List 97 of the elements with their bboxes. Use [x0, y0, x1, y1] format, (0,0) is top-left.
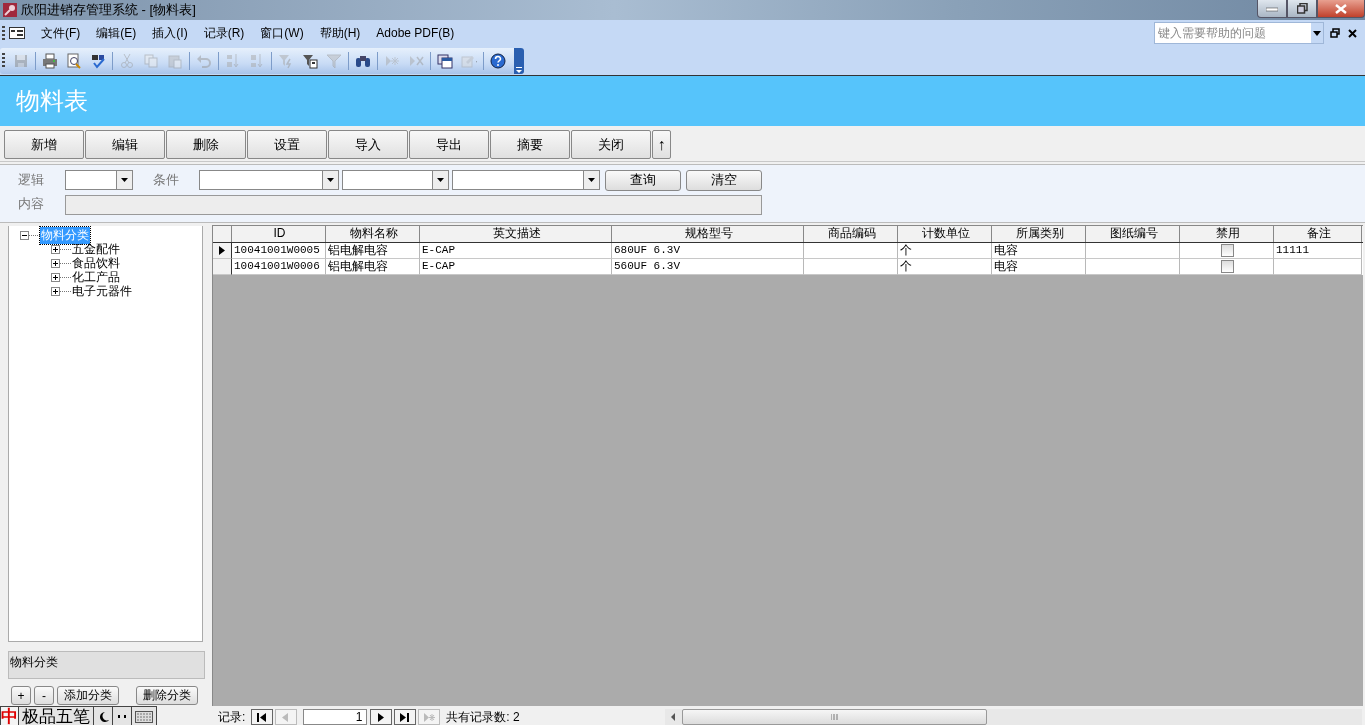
- scroll-left-icon[interactable]: [669, 713, 677, 721]
- first-record-icon: [256, 711, 269, 723]
- record-count: 共有记录数: 2: [446, 708, 520, 725]
- column-header[interactable]: 商品编码: [804, 226, 898, 242]
- column-header[interactable]: 备注: [1274, 226, 1362, 242]
- zoom-button[interactable]: -: [34, 686, 54, 705]
- toolbar-button[interactable]: 摘要: [490, 130, 570, 159]
- toolbar-options-icon[interactable]: [515, 66, 523, 74]
- printer-icon[interactable]: [42, 53, 58, 69]
- dropdown-field[interactable]: [65, 170, 133, 190]
- dropdown-arrow-icon: [121, 178, 128, 182]
- close-icon[interactable]: [1348, 28, 1357, 38]
- last-record-icon: [399, 711, 412, 723]
- ime-name[interactable]: 极品五笔: [19, 707, 94, 725]
- dropdown-arrow-icon: [327, 178, 334, 182]
- soft-keyboard-icon[interactable]: [135, 711, 153, 723]
- app-key-icon[interactable]: [3, 3, 17, 17]
- table-cell: 个: [898, 259, 992, 275]
- help-icon[interactable]: [490, 53, 506, 69]
- table-cell: E-CAP: [420, 259, 612, 275]
- up-arrow-button[interactable]: ↑: [652, 130, 671, 159]
- restore-button[interactable]: [1287, 0, 1317, 18]
- row-selector[interactable]: [213, 259, 232, 275]
- print-preview-icon[interactable]: [66, 53, 82, 69]
- toolbar-button[interactable]: 新增: [4, 130, 84, 159]
- table-cell: 铝电解电容: [326, 259, 420, 275]
- table-cell: 电容: [992, 259, 1086, 275]
- filter-button[interactable]: 查询: [605, 169, 681, 191]
- column-header[interactable]: ID: [232, 226, 326, 242]
- close-button[interactable]: [1317, 0, 1365, 18]
- dropdown-field[interactable]: [199, 170, 339, 190]
- menu-item[interactable]: 编辑(E): [88, 21, 145, 45]
- record-label: 记录:: [218, 708, 246, 725]
- last-record-button[interactable]: [394, 709, 417, 725]
- first-record-button[interactable]: [251, 709, 274, 725]
- toolbar-button[interactable]: 删除: [166, 130, 246, 159]
- database-window-icon[interactable]: [437, 53, 453, 69]
- content-field[interactable]: [65, 195, 762, 215]
- logic-label: 逻辑: [17, 171, 45, 189]
- toolbar-button[interactable]: 编辑: [85, 130, 165, 159]
- close-icon: [1335, 3, 1347, 14]
- toolbar-button[interactable]: 设置: [247, 130, 327, 159]
- binoculars-icon[interactable]: [355, 53, 371, 69]
- column-header[interactable]: 规格型号: [612, 226, 804, 242]
- restore-icon[interactable]: [1330, 28, 1340, 38]
- menu-item[interactable]: Adobe PDF(B): [368, 23, 463, 43]
- next-record-button[interactable]: [370, 709, 393, 725]
- category-button[interactable]: 删除分类: [136, 686, 198, 705]
- dropdown-arrow-icon: [588, 178, 595, 182]
- selected-category-caption: 物料分类: [8, 651, 205, 679]
- category-button[interactable]: 添加分类: [57, 686, 119, 705]
- toolbar-button[interactable]: 导入: [328, 130, 408, 159]
- ime-mode-indicator[interactable]: 中: [1, 707, 19, 725]
- form-menu-icon[interactable]: [9, 27, 25, 39]
- dropdown-field[interactable]: [342, 170, 449, 190]
- new-record-icon: [423, 711, 436, 723]
- column-header[interactable]: 所属类别: [992, 226, 1086, 242]
- column-header[interactable]: 禁用: [1180, 226, 1274, 242]
- menu-item[interactable]: 记录(R): [195, 21, 253, 45]
- spellcheck-icon[interactable]: [90, 53, 106, 69]
- table-cell: 10041001W0006: [232, 259, 326, 275]
- row-selector[interactable]: [213, 243, 232, 259]
- restore-icon: [1296, 3, 1308, 14]
- dropdown-arrow-icon[interactable]: [1313, 30, 1321, 36]
- condition-label: 条件: [152, 171, 180, 189]
- expand-toggle-icon[interactable]: [51, 258, 60, 268]
- record-number-field[interactable]: 1: [303, 709, 368, 725]
- form-title: 物料表: [15, 86, 88, 116]
- toolbar-button[interactable]: 导出: [409, 130, 489, 159]
- menu-item[interactable]: 窗口(W): [252, 21, 312, 45]
- horizontal-scrollbar[interactable]: [665, 709, 1362, 725]
- toolbar-button[interactable]: 关闭: [571, 130, 651, 159]
- menu-item[interactable]: 帮助(H): [311, 21, 369, 45]
- help-question-field[interactable]: 键入需要帮助的问题: [1154, 22, 1324, 44]
- menu-item[interactable]: 插入(I): [144, 21, 196, 45]
- content-label: 内容: [17, 195, 45, 213]
- column-header[interactable]: 英文描述: [420, 226, 612, 242]
- half-width-moon-icon[interactable]: [97, 711, 109, 723]
- table-cell: 560UF 6.3V: [612, 259, 804, 275]
- filter-form-icon[interactable]: [302, 53, 318, 69]
- menu-item[interactable]: 文件(F): [33, 21, 89, 45]
- minimize-icon: [1266, 5, 1278, 12]
- zoom-button[interactable]: +: [11, 686, 31, 705]
- expand-toggle-icon[interactable]: [51, 286, 60, 296]
- minimize-button[interactable]: [1257, 0, 1287, 18]
- filter-button[interactable]: 清空: [686, 169, 762, 191]
- column-header[interactable]: 图纸编号: [1086, 226, 1180, 242]
- dropdown-arrow-icon: [437, 178, 444, 182]
- current-row-icon: [219, 246, 225, 255]
- column-header[interactable]: 物料名称: [326, 226, 420, 242]
- dropdown-field[interactable]: [452, 170, 600, 190]
- expand-toggle-icon[interactable]: [51, 244, 60, 254]
- collapse-toggle-icon[interactable]: [20, 230, 29, 240]
- expand-toggle-icon[interactable]: [51, 272, 60, 282]
- window-title: 欣阳进销存管理系统 - [物料表]: [21, 1, 197, 19]
- column-header[interactable]: 计数单位: [898, 226, 992, 242]
- scroll-grip-icon: [831, 714, 838, 720]
